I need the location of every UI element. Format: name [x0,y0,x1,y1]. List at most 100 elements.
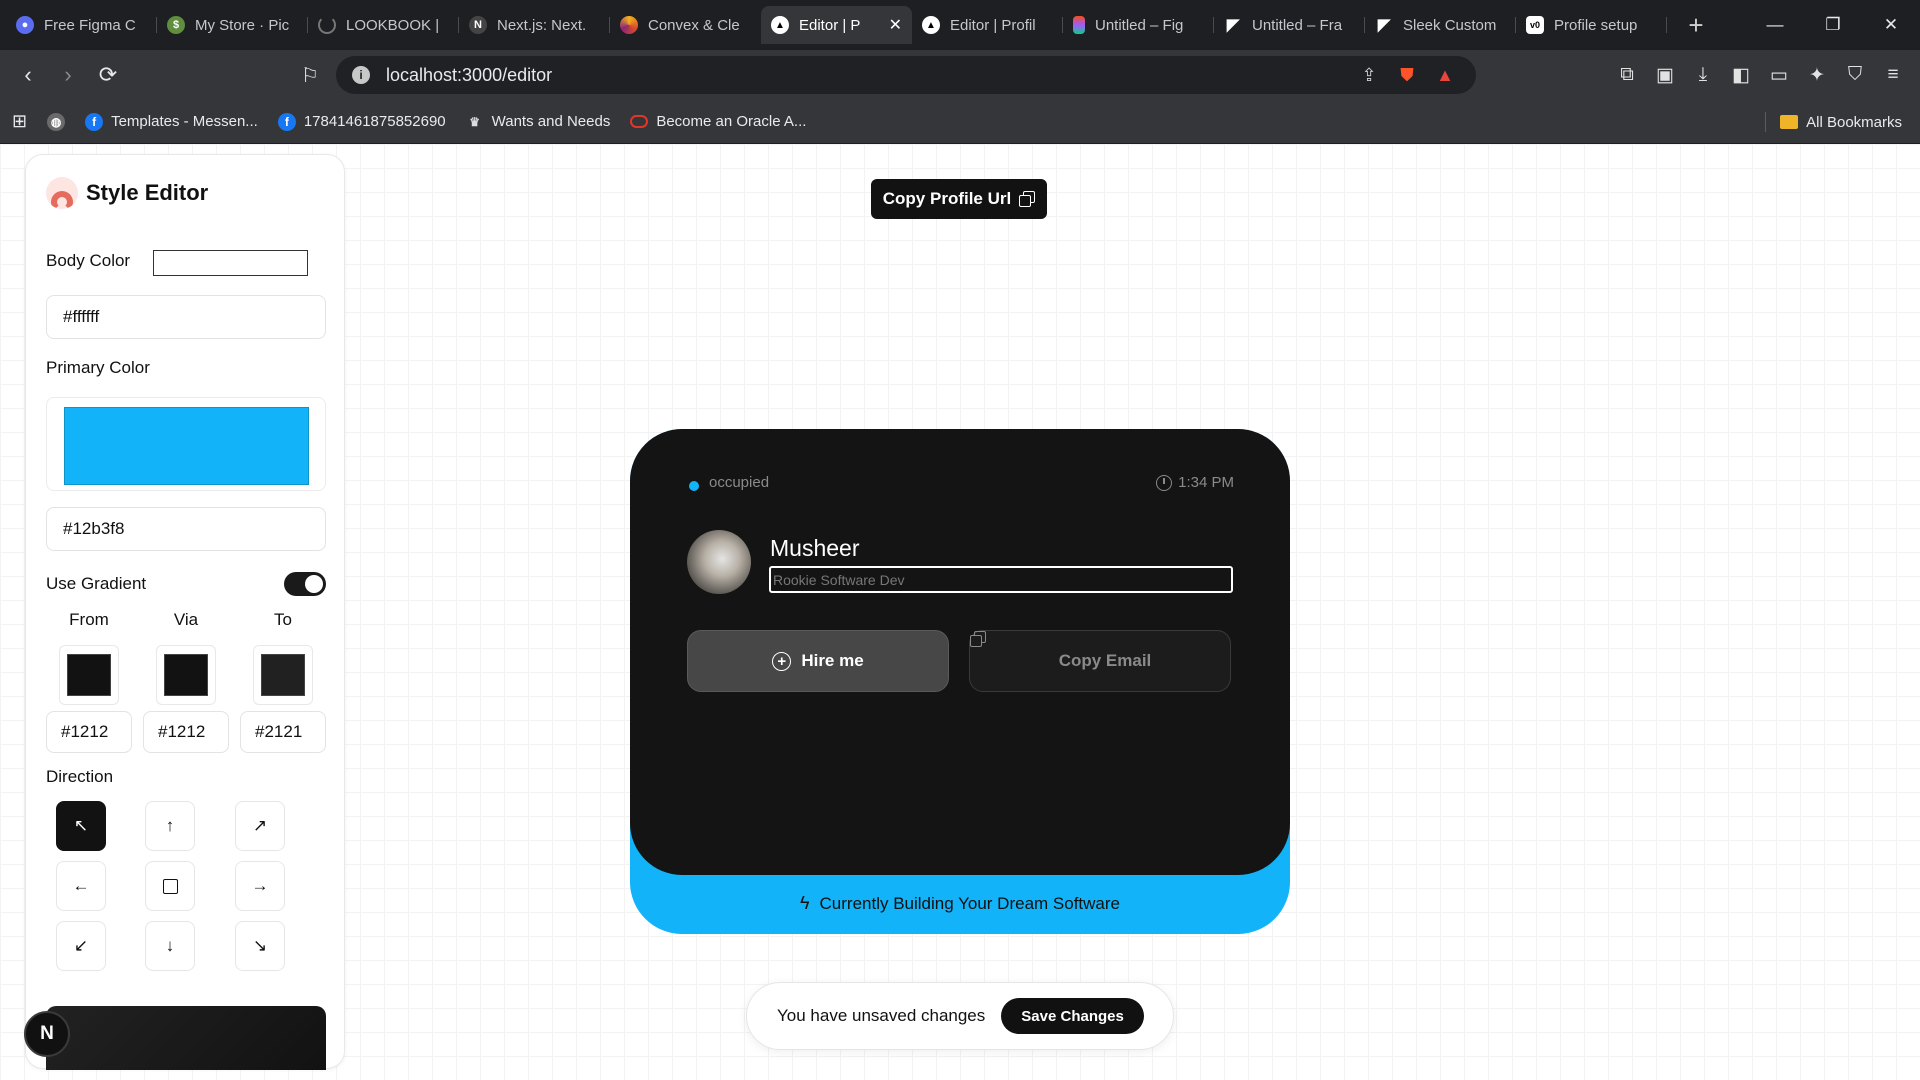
plus-circle-icon: + [772,651,792,671]
primary-color-input[interactable]: #12b3f8 [46,507,326,551]
gradient-from-swatch[interactable] [67,654,111,696]
bookmark-item[interactable]: ♛ Wants and Needs [466,113,611,131]
editor-title: Style Editor [86,180,209,205]
browser-tab[interactable]: $ My Store · Pic [157,6,308,44]
nextjs-dev-badge[interactable]: N [24,1011,70,1057]
profile-name[interactable]: Musheer [770,535,859,562]
extensions-puzzle-icon[interactable]: ⧉ [1608,57,1646,93]
gradient-via-swatch[interactable] [164,654,208,696]
unsaved-changes-bar: You have unsaved changes Save Changes [746,982,1174,1050]
hire-me-button[interactable]: + Hire me [687,630,949,692]
arrow-up-right-icon: ↗ [252,816,268,835]
primary-color-picker[interactable] [46,397,326,491]
convex-icon [620,16,638,34]
reload-icon[interactable]: ⟳ [90,57,126,93]
direction-top-right-button[interactable]: ↗ [235,801,285,851]
share-icon[interactable]: ⇪ [1354,60,1384,90]
browser-tab[interactable]: ◤ Sleek Custom [1365,6,1516,44]
direction-right-button[interactable]: → [235,861,285,911]
direction-bottom-left-button[interactable]: ↙ [56,921,106,971]
vercel-triangle-icon: ▲ [922,16,940,34]
close-window-icon[interactable]: ✕ [1862,0,1920,50]
direction-bottom-right-button[interactable]: ↘ [235,921,285,971]
bookmark-this-page-icon[interactable]: ⚐ [292,57,328,93]
direction-top-button[interactable]: ↑ [145,801,195,851]
bookmark-label: Templates - Messen... [111,113,258,130]
apps-grid-icon[interactable]: ⊞ [12,111,27,132]
primary-color-swatch[interactable] [64,407,309,485]
card-footer-text: Currently Building Your Dream Software [819,893,1120,913]
gradient-to-input[interactable]: #2121 [240,711,326,753]
direction-left-button[interactable]: ← [56,861,106,911]
gradient-to-picker[interactable] [253,645,313,705]
figma-community-icon: ● [16,16,34,34]
address-url[interactable]: localhost:3000/editor [386,65,1346,86]
save-changes-button[interactable]: Save Changes [1001,998,1144,1034]
bookmark-label: Wants and Needs [491,113,611,130]
direction-bottom-button[interactable]: ↓ [145,921,195,971]
arrow-right-icon: → [251,876,269,895]
download-icon[interactable]: ⤓ [1684,57,1722,93]
gradient-via-input[interactable]: #1212 [143,711,229,753]
v0-icon: v0 [1526,16,1544,34]
brave-shields-icon[interactable]: ⛊ [1392,60,1422,90]
bookmark-item[interactable]: Become an Oracle A... [630,113,806,130]
tab-label: My Store · Pic [195,16,290,34]
menu-icon[interactable]: ≡ [1874,57,1912,93]
browser-tab[interactable]: LOOKBOOK | [308,6,459,44]
browser-tab[interactable]: ◤ Untitled – Fra [1214,6,1365,44]
gradient-from-label: From [69,610,109,629]
profile-role-input[interactable]: Rookie Software Dev [769,566,1233,593]
body-color-swatch[interactable] [153,250,308,276]
shopify-icon: $ [167,16,185,34]
gradient-from-input[interactable]: #1212 [46,711,132,753]
tab-label: LOOKBOOK | [346,16,440,34]
sidebar-toggle-icon[interactable]: ◧ [1722,57,1760,93]
reader-mode-icon[interactable]: ▣ [1646,57,1684,93]
tab-label: Sleek Custom [1403,16,1497,34]
gradient-to-swatch[interactable] [261,654,305,696]
restore-icon[interactable]: ❐ [1804,0,1862,50]
gradient-from-picker[interactable] [59,645,119,705]
leo-ai-icon[interactable]: ✦ [1798,57,1836,93]
direction-top-left-button[interactable]: ↖ [56,801,106,851]
tab-label: Untitled – Fra [1252,16,1343,34]
all-bookmarks-button[interactable]: All Bookmarks [1765,112,1902,132]
wallet-icon[interactable]: ▭ [1760,57,1798,93]
bookmark-item[interactable]: f 17841461875852690 [277,112,446,131]
site-info-icon[interactable]: i [352,66,370,84]
close-tab-icon[interactable]: ✕ [889,15,902,35]
browser-tab[interactable]: Convex & Cle [610,6,761,44]
arrow-down-right-icon: ↘ [252,936,268,955]
avatar[interactable] [687,530,751,594]
browser-tab[interactable]: Untitled – Fig [1063,6,1214,44]
tab-label: Convex & Cle [648,16,740,34]
use-gradient-toggle[interactable] [284,572,326,596]
arrow-down-left-icon: ↙ [73,936,89,955]
vpn-shield-icon[interactable]: ⛉ [1836,57,1874,93]
direction-none-button[interactable] [145,861,195,911]
body-color-input[interactable]: #ffffff [46,295,326,339]
new-tab-plus-icon[interactable]: + [1681,10,1711,41]
style-editor-panel: Style Editor Body Color #ffffff Primary … [25,154,345,1070]
address-bar[interactable]: i localhost:3000/editor ⇪ ⛊ ▲ [336,56,1476,94]
tab-label: Next.js: Next. [497,16,587,34]
copy-profile-url-button[interactable]: Copy Profile Url [871,179,1047,219]
gradient-via-picker[interactable] [156,645,216,705]
browser-tab[interactable]: v0 Profile setup [1516,6,1667,44]
bookmark-item[interactable]: f Templates - Messen... [85,112,258,131]
browser-tab-active[interactable]: ▲ Editor | P ✕ [761,6,912,44]
browser-tab[interactable]: ● Free Figma C [6,6,157,44]
brave-rewards-icon[interactable]: ▲ [1430,60,1460,90]
status-dot-icon [689,481,699,491]
back-arrow-icon[interactable]: ‹ [10,57,46,93]
tab-label: Editor | P [799,16,861,34]
facebook-icon: f [85,112,104,131]
browser-tab[interactable]: N Next.js: Next. [459,6,610,44]
forward-arrow-icon[interactable]: › [50,57,86,93]
browser-tab[interactable]: ▲ Editor | Profil [912,6,1063,44]
minimize-icon[interactable]: — [1746,0,1804,50]
globe-icon[interactable]: ◍ [47,112,66,131]
bookmarks-bar: ⊞ ◍ f Templates - Messen... f 1784146187… [0,100,1920,144]
copy-email-button[interactable]: Copy Email [969,630,1231,692]
